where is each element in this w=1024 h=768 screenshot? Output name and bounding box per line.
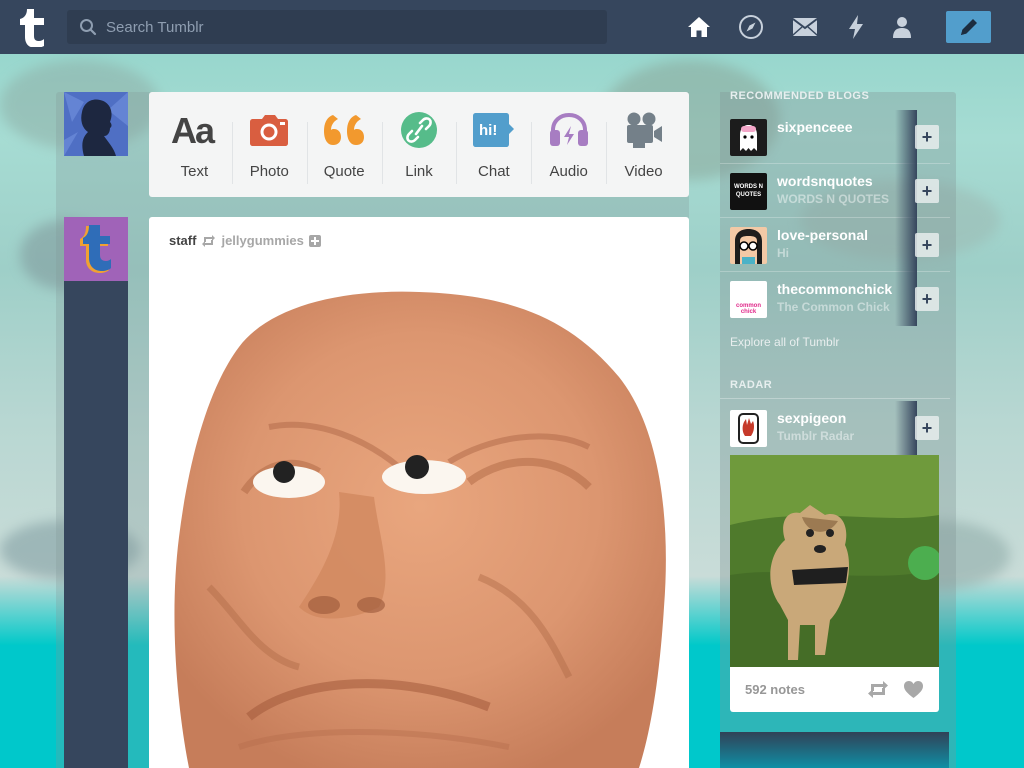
top-navigation-bar — [0, 0, 1024, 54]
like-heart-icon[interactable] — [903, 680, 924, 699]
svg-text:Aa: Aa — [171, 113, 216, 147]
follow-blog-button[interactable]: + — [915, 287, 939, 311]
post-type-chat[interactable]: hi! Chat — [456, 110, 531, 184]
reblog-small-icon — [202, 234, 216, 247]
recommended-blog-row[interactable]: love-personal Hi + — [720, 218, 950, 272]
svg-text:hi!: hi! — [479, 122, 497, 139]
explore-all-link[interactable]: Explore all of Tumblr — [730, 335, 839, 349]
recommended-blog-row[interactable]: common chick thecommonchick The Common C… — [720, 272, 950, 326]
reblog-icon[interactable] — [867, 681, 889, 698]
post-type-bar: Aa Text Photo Quote Link hi! Chat Audio — [149, 92, 689, 197]
quote-icon — [323, 110, 365, 150]
avatar-sticky-bar — [64, 281, 128, 768]
post-type-link[interactable]: Link — [381, 110, 457, 184]
recommended-blog-row[interactable]: sixpenceee + — [720, 110, 950, 164]
radar-post-footer: 592 notes — [730, 667, 939, 712]
reblogged-from-link[interactable]: jellygummies — [221, 233, 303, 248]
blog-avatar-text: common chick — [735, 303, 761, 315]
video-camera-icon — [625, 110, 663, 150]
compose-button[interactable] — [946, 11, 991, 43]
follow-blog-button[interactable]: + — [915, 125, 939, 149]
blog-subtitle: Tumblr Radar — [777, 429, 855, 443]
post-type-video[interactable]: Video — [606, 110, 681, 184]
blog-avatar-text: WORDS N QUOTES — [734, 184, 763, 198]
activity-icon[interactable] — [843, 14, 869, 40]
post-image[interactable] — [149, 277, 689, 768]
search-input[interactable] — [97, 10, 607, 44]
explore-icon[interactable] — [738, 14, 764, 40]
blog-name[interactable]: sexpigeon — [777, 410, 846, 426]
dashboard-post: staff jellygummies — [149, 217, 689, 768]
link-icon — [400, 110, 438, 150]
post-type-quote[interactable]: Quote — [306, 110, 382, 184]
follow-blog-button[interactable]: + — [915, 416, 939, 440]
blog-name[interactable]: wordsnquotes — [777, 173, 873, 189]
staff-avatar[interactable] — [64, 217, 128, 281]
search-icon — [80, 19, 97, 36]
user-avatar[interactable] — [64, 92, 128, 156]
text-icon: Aa — [171, 110, 217, 150]
post-author-link[interactable]: staff — [169, 233, 196, 248]
recommended-blog-row[interactable]: WORDS N QUOTES wordsnquotes WORDS N QUOT… — [720, 164, 950, 218]
blog-avatar[interactable] — [730, 410, 767, 447]
blog-name[interactable]: thecommonchick — [777, 281, 892, 297]
follow-plus-icon[interactable] — [308, 234, 321, 247]
radar-post-card: 592 notes — [730, 455, 939, 712]
radar-photo[interactable] — [730, 455, 939, 667]
recommended-blogs-heading: Recommended Blogs — [730, 90, 870, 102]
blog-name[interactable]: sixpenceee — [777, 119, 853, 135]
notes-count[interactable]: 592 notes — [745, 682, 853, 697]
account-icon[interactable] — [889, 14, 915, 40]
follow-blog-button[interactable]: + — [915, 233, 939, 257]
post-type-text[interactable]: Aa Text — [157, 110, 232, 180]
blog-avatar[interactable] — [730, 119, 767, 156]
post-type-photo[interactable]: Photo — [231, 110, 307, 184]
blog-avatar[interactable] — [730, 227, 767, 264]
follow-blog-button[interactable]: + — [915, 179, 939, 203]
headphones-icon — [549, 110, 589, 150]
camera-icon — [249, 110, 289, 150]
radar-heading: Radar — [730, 379, 773, 391]
radar-blog-row[interactable]: sexpigeon Tumblr Radar + — [720, 401, 950, 455]
inbox-icon[interactable] — [792, 14, 818, 40]
sidebar-next-item — [720, 732, 949, 768]
post-type-audio[interactable]: Audio — [531, 110, 606, 184]
home-icon[interactable] — [686, 14, 712, 40]
blog-avatar[interactable]: common chick — [730, 281, 767, 318]
post-header: staff jellygummies — [169, 233, 321, 248]
blog-subtitle: The Common Chick — [777, 300, 890, 314]
blog-avatar[interactable]: WORDS N QUOTES — [730, 173, 767, 210]
tumblr-logo-icon[interactable] — [18, 7, 50, 48]
blog-subtitle: Hi — [777, 246, 789, 260]
blog-name[interactable]: love-personal — [777, 227, 868, 243]
search-box[interactable] — [67, 10, 607, 44]
chat-icon: hi! — [472, 110, 515, 150]
pencil-icon — [960, 19, 977, 35]
blog-subtitle: WORDS N QUOTES — [777, 192, 890, 206]
